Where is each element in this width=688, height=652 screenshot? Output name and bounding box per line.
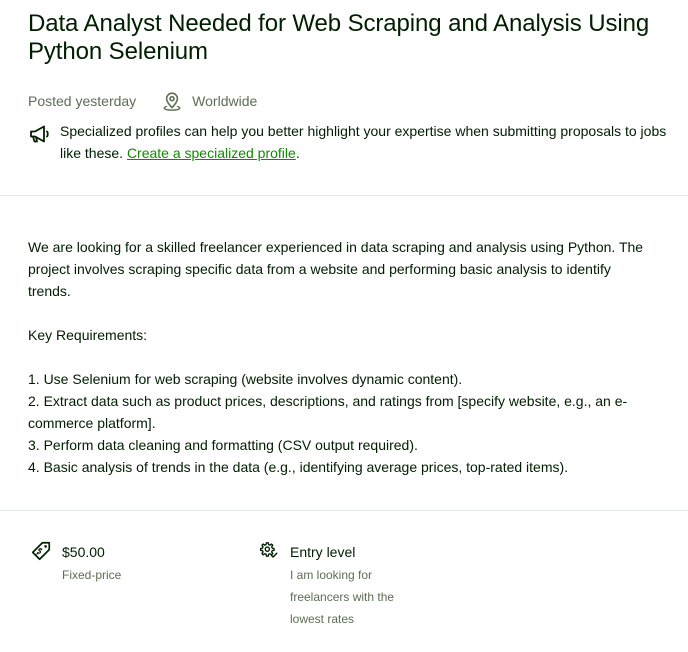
experience-level: Entry level [290,544,356,560]
experience-feature: Entry level I am looking for freelancers… [258,540,420,630]
requirement-item: 3. Perform data cleaning and formatting … [28,437,418,453]
requirement-item: 1. Use Selenium for web scraping (websit… [28,371,463,387]
section-divider [0,510,688,511]
price-tag-icon [31,541,51,561]
job-meta: Posted yesterday Worldwide [28,90,257,112]
location-label: Worldwide [192,93,258,109]
job-description: We are looking for a skilled freelancer … [28,236,648,478]
job-location: Worldwide [162,91,257,111]
notice-suffix: . [295,145,300,161]
budget-type: Fixed-price [62,568,122,582]
experience-description: I am looking for freelancers with the lo… [290,568,395,626]
experience-level-icon [259,542,278,558]
create-specialized-profile-link[interactable]: Create a specialized profile [127,145,296,161]
location-pin-icon [163,92,181,111]
requirement-item: 2. Extract data such as product prices, … [28,393,628,431]
description-intro: We are looking for a skilled freelancer … [28,239,644,299]
notice-text: Specialized profiles can help you better… [60,120,668,164]
section-divider [0,195,688,196]
requirement-item: 4. Basic analysis of trends in the data … [28,459,569,475]
budget-feature: $50.00 Fixed-price [30,540,192,586]
specialized-profile-notice: Specialized profiles can help you better… [28,120,668,164]
posted-date: Posted yesterday [28,93,137,109]
megaphone-icon [30,125,49,143]
job-title: Data Analyst Needed for Web Scraping and… [28,10,650,65]
budget-amount: $50.00 [62,544,105,560]
requirements-heading: Key Requirements: [28,327,148,343]
